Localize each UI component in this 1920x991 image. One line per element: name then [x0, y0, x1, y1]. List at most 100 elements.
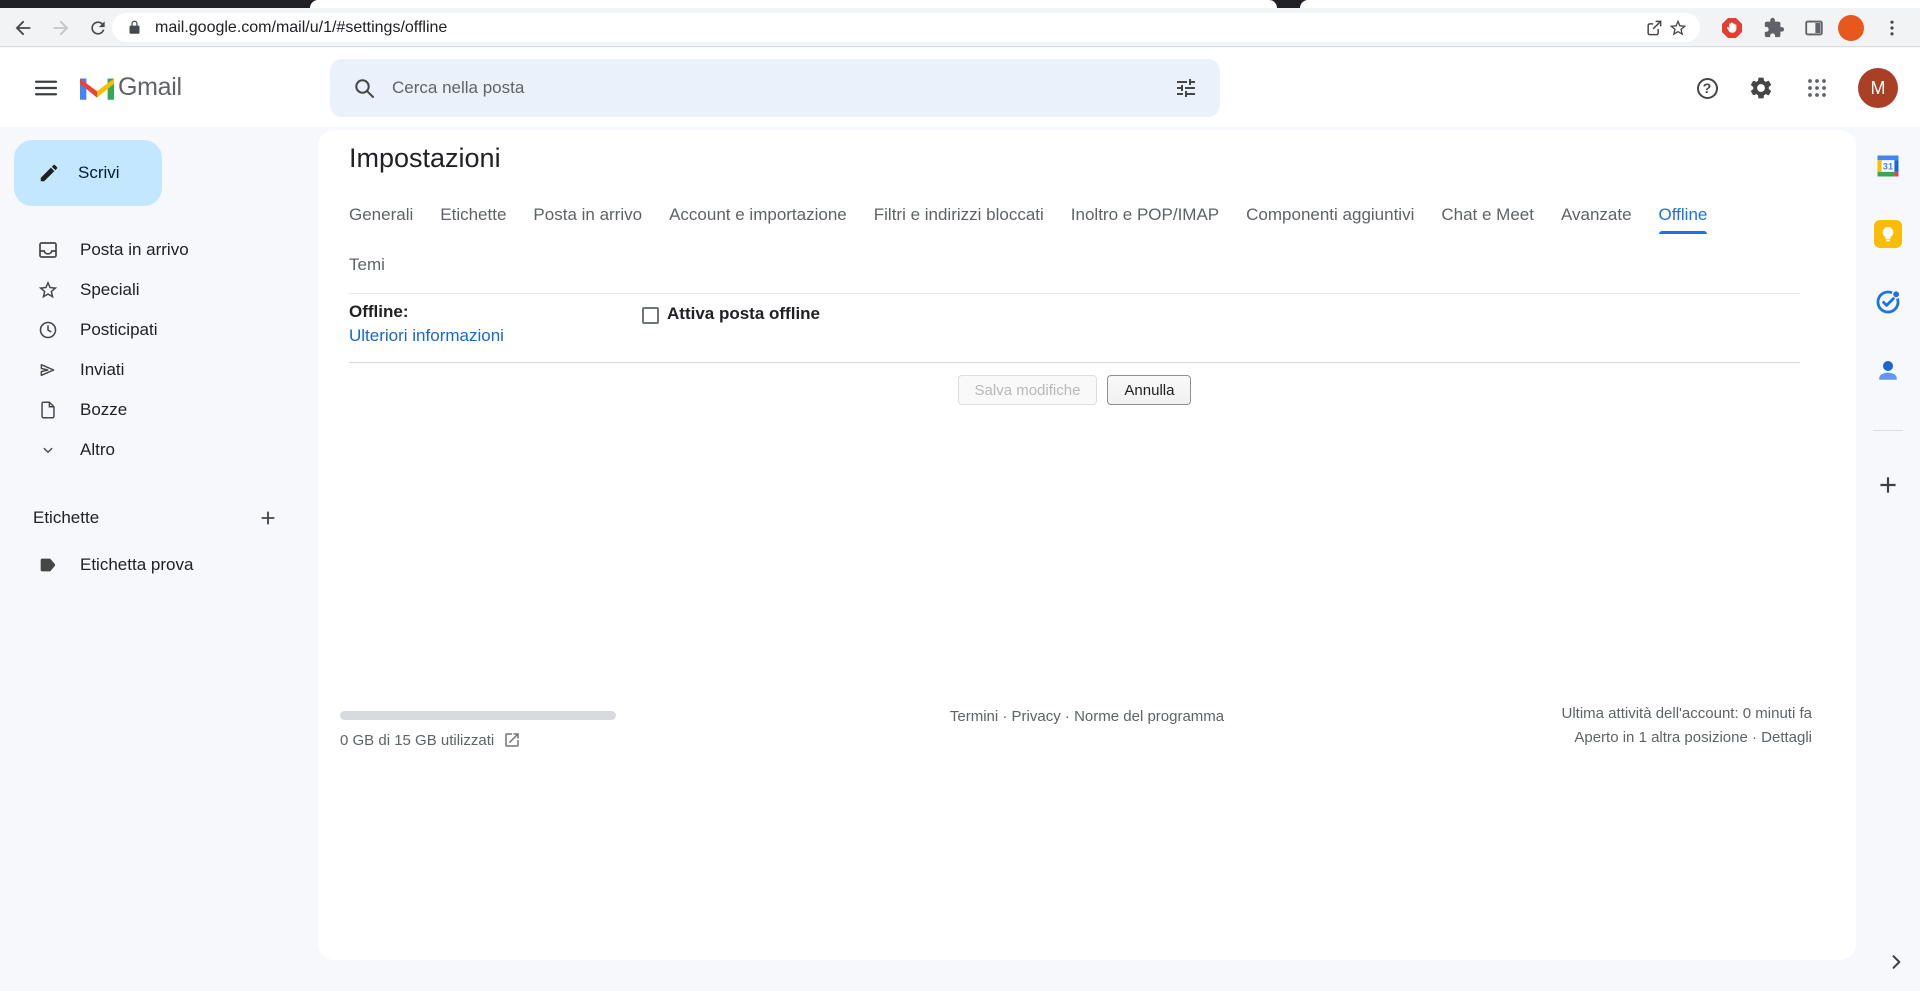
account-avatar[interactable]: M: [1858, 68, 1898, 108]
separator: ·: [1752, 729, 1757, 746]
help-question-icon: ?: [1697, 78, 1718, 99]
settings-card: Impostazioni Generali Etichette Posta in…: [318, 130, 1856, 960]
save-button[interactable]: Salva modifiche: [958, 375, 1098, 405]
tasks-check-icon: [1874, 288, 1902, 316]
tab-inoltro-e-pop-imap[interactable]: Inoltro e POP/IMAP: [1071, 200, 1219, 230]
adblock-extension-button[interactable]: [1719, 15, 1745, 41]
settings-button[interactable]: [1747, 74, 1775, 102]
tab-generali[interactable]: Generali: [349, 200, 413, 230]
url-text[interactable]: mail.google.com/mail/u/1/#settings/offli…: [155, 19, 1642, 37]
tab-offline[interactable]: Offline: [1659, 200, 1708, 230]
account-activity: Ultima attività dell'account: 0 minuti f…: [1562, 702, 1812, 750]
separator: ·: [1002, 708, 1007, 725]
calendar-app-button[interactable]: 31: [1856, 152, 1920, 180]
sidebar-item-speciali[interactable]: Speciali: [0, 270, 318, 310]
browser-profile-avatar[interactable]: [1838, 15, 1864, 41]
terms-link[interactable]: Termini: [950, 708, 998, 725]
sidebar-item-label: Posticipati: [80, 320, 157, 340]
clock-icon: [36, 319, 60, 341]
enable-offline-label[interactable]: Attiva posta offline: [667, 304, 820, 324]
browser-tab-strip: [0, 0, 1920, 8]
share-icon[interactable]: [1642, 16, 1666, 40]
sidebar-item-label: Speciali: [80, 280, 140, 300]
sidebar-item-bozze[interactable]: Bozze: [0, 390, 318, 430]
tab-chat-e-meet[interactable]: Chat e Meet: [1441, 200, 1534, 230]
reload-button[interactable]: [85, 15, 111, 41]
contacts-app-button[interactable]: [1856, 356, 1920, 386]
privacy-link[interactable]: Privacy: [1012, 708, 1061, 725]
side-panel-button[interactable]: [1801, 15, 1827, 41]
sidebar-item-label: Bozze: [80, 400, 127, 420]
search-filters-tune-icon[interactable]: [1174, 76, 1198, 100]
offline-setting-label: Offline:: [349, 302, 409, 322]
forward-arrow-icon: [50, 17, 72, 39]
search-input[interactable]: [392, 78, 1174, 98]
learn-more-link[interactable]: Ulteriori informazioni: [349, 326, 504, 346]
main-menu-button[interactable]: [28, 74, 64, 102]
bookmark-star-icon[interactable]: [1666, 16, 1690, 40]
back-arrow-icon: [12, 17, 34, 39]
buttons-row: Salva modifiche Annulla: [349, 375, 1800, 405]
open-in-new-icon[interactable]: [503, 731, 521, 749]
gmail-logotype[interactable]: Gmail: [118, 73, 182, 102]
browser-active-tab[interactable]: [310, 0, 1277, 8]
sidebar-item-altro[interactable]: Altro: [0, 430, 318, 470]
keep-app-button[interactable]: [1856, 220, 1920, 248]
tab-filtri-e-indirizzi-bloccati[interactable]: Filtri e indirizzi bloccati: [874, 200, 1044, 230]
adblock-hand-icon: [1720, 16, 1744, 40]
separator: ·: [1065, 708, 1070, 725]
activity-line2-text: Aperto in 1 altra posizione: [1574, 729, 1747, 746]
program-policies-link[interactable]: Norme del programma: [1074, 708, 1224, 725]
help-button[interactable]: ?: [1693, 74, 1721, 102]
google-apps-button[interactable]: [1803, 74, 1831, 102]
search-icon[interactable]: [352, 76, 376, 100]
label-etichetta-prova[interactable]: Etichetta prova: [0, 545, 318, 585]
tab-posta-in-arrivo[interactable]: Posta in arrivo: [533, 200, 642, 230]
cancel-button[interactable]: Annulla: [1107, 375, 1191, 405]
sidebar-item-posticipati[interactable]: Posticipati: [0, 310, 318, 350]
tab-avanzate[interactable]: Avanzate: [1561, 200, 1632, 230]
settings-tabs-row2: Temi: [349, 250, 385, 280]
section-divider: [349, 362, 1800, 363]
search-bar[interactable]: [330, 59, 1220, 117]
back-button[interactable]: [10, 15, 36, 41]
page-title: Impostazioni: [349, 143, 501, 174]
companion-rail: 31: [1856, 127, 1920, 960]
sidebar-item-inviati[interactable]: Inviati: [0, 350, 318, 390]
extensions-button[interactable]: [1761, 15, 1787, 41]
chevron-right-icon: [1886, 952, 1906, 972]
forward-button[interactable]: [48, 15, 74, 41]
tasks-app-button[interactable]: [1856, 288, 1920, 316]
plus-icon: [1875, 472, 1901, 498]
star-outline-icon: [36, 279, 60, 301]
tab-componenti-aggiuntivi[interactable]: Componenti aggiuntivi: [1246, 200, 1414, 230]
keep-bulb-icon: [1874, 220, 1902, 248]
side-panel-icon: [1803, 17, 1825, 39]
apps-grid-icon: [1805, 76, 1829, 100]
labels-list: Etichetta prova: [0, 545, 318, 585]
inbox-icon: [36, 238, 60, 262]
tabs-divider: [349, 293, 1800, 294]
pencil-icon: [38, 162, 60, 184]
tab-etichette[interactable]: Etichette: [440, 200, 506, 230]
storage-text: 0 GB di 15 GB utilizzati: [340, 732, 494, 749]
lock-icon[interactable]: [122, 16, 146, 40]
compose-button[interactable]: Scrivi: [14, 140, 162, 206]
contacts-person-icon: [1873, 356, 1903, 386]
details-link[interactable]: Dettagli: [1761, 729, 1812, 746]
address-bar[interactable]: mail.google.com/mail/u/1/#settings/offli…: [112, 13, 1700, 42]
get-add-ons-button[interactable]: [1856, 472, 1920, 498]
hide-side-panel-button[interactable]: [1884, 950, 1908, 974]
sidebar-item-posta-in-arrivo[interactable]: Posta in arrivo: [0, 230, 318, 270]
tab-account-e-importazione[interactable]: Account e importazione: [669, 200, 847, 230]
calendar-icon: 31: [1874, 152, 1902, 180]
gmail-logo-icon[interactable]: [80, 74, 114, 100]
create-label-button[interactable]: [256, 506, 280, 530]
browser-menu-button[interactable]: [1879, 15, 1905, 41]
enable-offline-checkbox[interactable]: [642, 307, 659, 324]
compose-label: Scrivi: [78, 163, 120, 183]
gmail-sidebar: Scrivi Posta in arrivo Speciali Posticip…: [0, 127, 318, 991]
rail-divider: [1873, 430, 1903, 431]
sidebar-item-label: Inviati: [80, 360, 124, 380]
tab-temi[interactable]: Temi: [349, 250, 385, 280]
